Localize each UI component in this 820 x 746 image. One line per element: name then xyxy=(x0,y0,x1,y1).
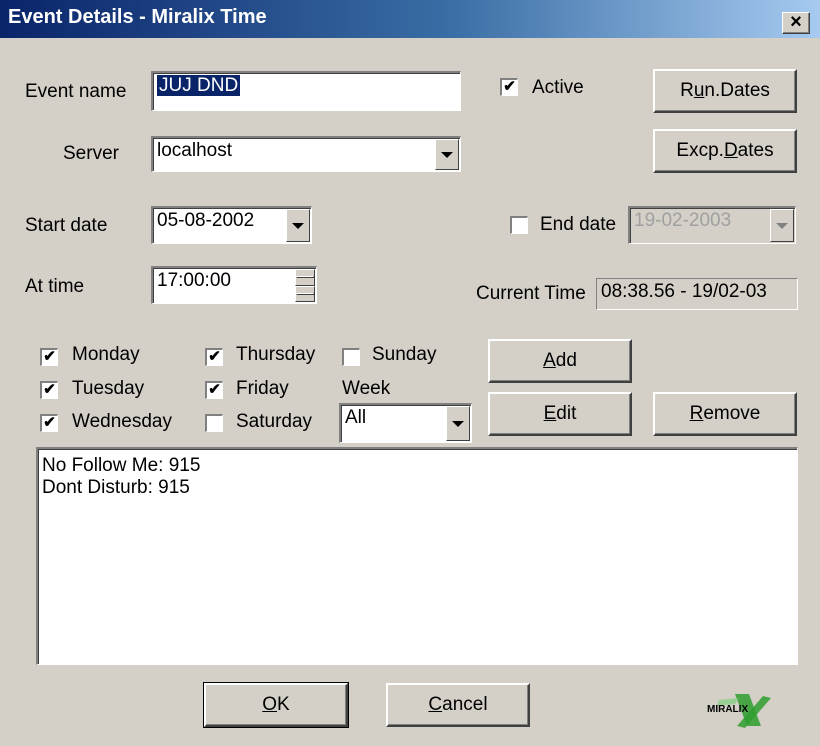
server-value: localhost xyxy=(157,140,232,161)
event-name-label: Event name xyxy=(25,81,127,102)
end-date-value: 19-02-2003 xyxy=(634,210,732,231)
server-label: Server xyxy=(63,143,119,164)
chevron-down-icon[interactable] xyxy=(435,139,459,170)
end-date-checkbox[interactable] xyxy=(510,216,528,234)
week-label: Week xyxy=(342,378,391,399)
add-mnemonic: A xyxy=(543,350,556,371)
current-time-display: 08:38.56 - 19/02-03 xyxy=(596,278,798,310)
logo-text: MIRALIX xyxy=(707,704,749,715)
start-date-label: Start date xyxy=(25,215,108,236)
friday-checkbox[interactable]: ✔ xyxy=(205,381,223,399)
ok-text-post: K xyxy=(277,694,290,715)
sunday-checkbox[interactable] xyxy=(342,348,360,366)
remove-button[interactable]: Remove xyxy=(653,392,797,436)
run-dates-mnemonic: u xyxy=(693,80,705,101)
event-name-value: JUJ DND xyxy=(157,75,241,96)
start-date-value: 05-08-2002 xyxy=(157,210,255,231)
current-time-value: 08:38.56 - 19/02-03 xyxy=(601,281,767,302)
edit-mnemonic: E xyxy=(543,403,557,424)
at-time-value: 17:00:00 xyxy=(157,270,231,291)
end-date-label: End date xyxy=(540,214,617,235)
chevron-down-icon[interactable] xyxy=(446,406,470,441)
add-button[interactable]: Add xyxy=(488,339,632,383)
cancel-button[interactable]: Cancel xyxy=(386,683,530,727)
saturday-checkbox[interactable] xyxy=(205,414,223,432)
chevron-down-icon xyxy=(770,209,794,242)
run-dates-text-post: n.Dates xyxy=(704,80,770,101)
list-item[interactable]: Dont Disturb: 915 xyxy=(42,477,793,499)
active-label: Active xyxy=(532,77,584,98)
time-spinner[interactable] xyxy=(295,269,315,302)
list-item[interactable]: No Follow Me: 915 xyxy=(42,455,793,477)
spin-down-icon[interactable] xyxy=(295,285,315,302)
cancel-mnemonic: C xyxy=(428,694,443,715)
remove-text-post: emove xyxy=(703,403,761,424)
tuesday-label: Tuesday xyxy=(72,378,145,399)
miralix-logo: MIRALIX xyxy=(705,688,775,732)
active-checkbox[interactable]: ✔ xyxy=(500,78,518,96)
start-date-picker[interactable]: 05-08-2002 xyxy=(151,206,312,244)
wednesday-label: Wednesday xyxy=(72,411,172,432)
excp-dates-text-pre: Excp. xyxy=(676,140,724,161)
thursday-checkbox[interactable]: ✔ xyxy=(205,348,223,366)
wednesday-checkbox[interactable]: ✔ xyxy=(40,414,58,432)
edit-text-post: dit xyxy=(556,403,577,424)
add-text-post: dd xyxy=(555,350,577,371)
run-dates-button[interactable]: Ru n.Dates xyxy=(653,69,797,113)
ok-button[interactable]: OK xyxy=(203,682,349,728)
week-select[interactable]: All xyxy=(339,403,472,443)
monday-checkbox[interactable]: ✔ xyxy=(40,348,58,366)
excp-dates-mnemonic: D xyxy=(723,140,738,161)
ok-mnemonic: O xyxy=(262,694,278,715)
event-name-input[interactable]: JUJ DND xyxy=(151,71,461,111)
cancel-text-post: ancel xyxy=(442,694,488,715)
at-time-input[interactable]: 17:00:00 xyxy=(151,266,317,304)
at-time-label: At time xyxy=(25,276,85,297)
run-dates-text-pre: R xyxy=(680,80,694,101)
actions-list[interactable]: No Follow Me: 915 Dont Disturb: 915 xyxy=(36,447,798,665)
remove-mnemonic: R xyxy=(689,403,704,424)
title-bar: Event Details - Miralix Time × xyxy=(0,0,820,38)
spin-up-icon[interactable] xyxy=(295,269,315,286)
saturday-label: Saturday xyxy=(236,411,313,432)
monday-label: Monday xyxy=(72,344,140,365)
excp-dates-text-post: ates xyxy=(737,140,774,161)
excp-dates-button[interactable]: Excp. Dates xyxy=(653,129,797,173)
current-time-label: Current Time xyxy=(476,283,586,304)
thursday-label: Thursday xyxy=(236,344,316,365)
friday-label: Friday xyxy=(236,378,289,399)
week-value: All xyxy=(345,407,367,428)
sunday-label: Sunday xyxy=(372,344,437,365)
tuesday-checkbox[interactable]: ✔ xyxy=(40,381,58,399)
chevron-down-icon[interactable] xyxy=(286,209,310,242)
end-date-picker[interactable]: 19-02-2003 xyxy=(628,206,796,244)
server-select[interactable]: localhost xyxy=(151,136,461,172)
window-title: Event Details - Miralix Time xyxy=(8,6,267,28)
close-button[interactable]: × xyxy=(782,12,810,34)
edit-button[interactable]: Edit xyxy=(488,392,632,436)
